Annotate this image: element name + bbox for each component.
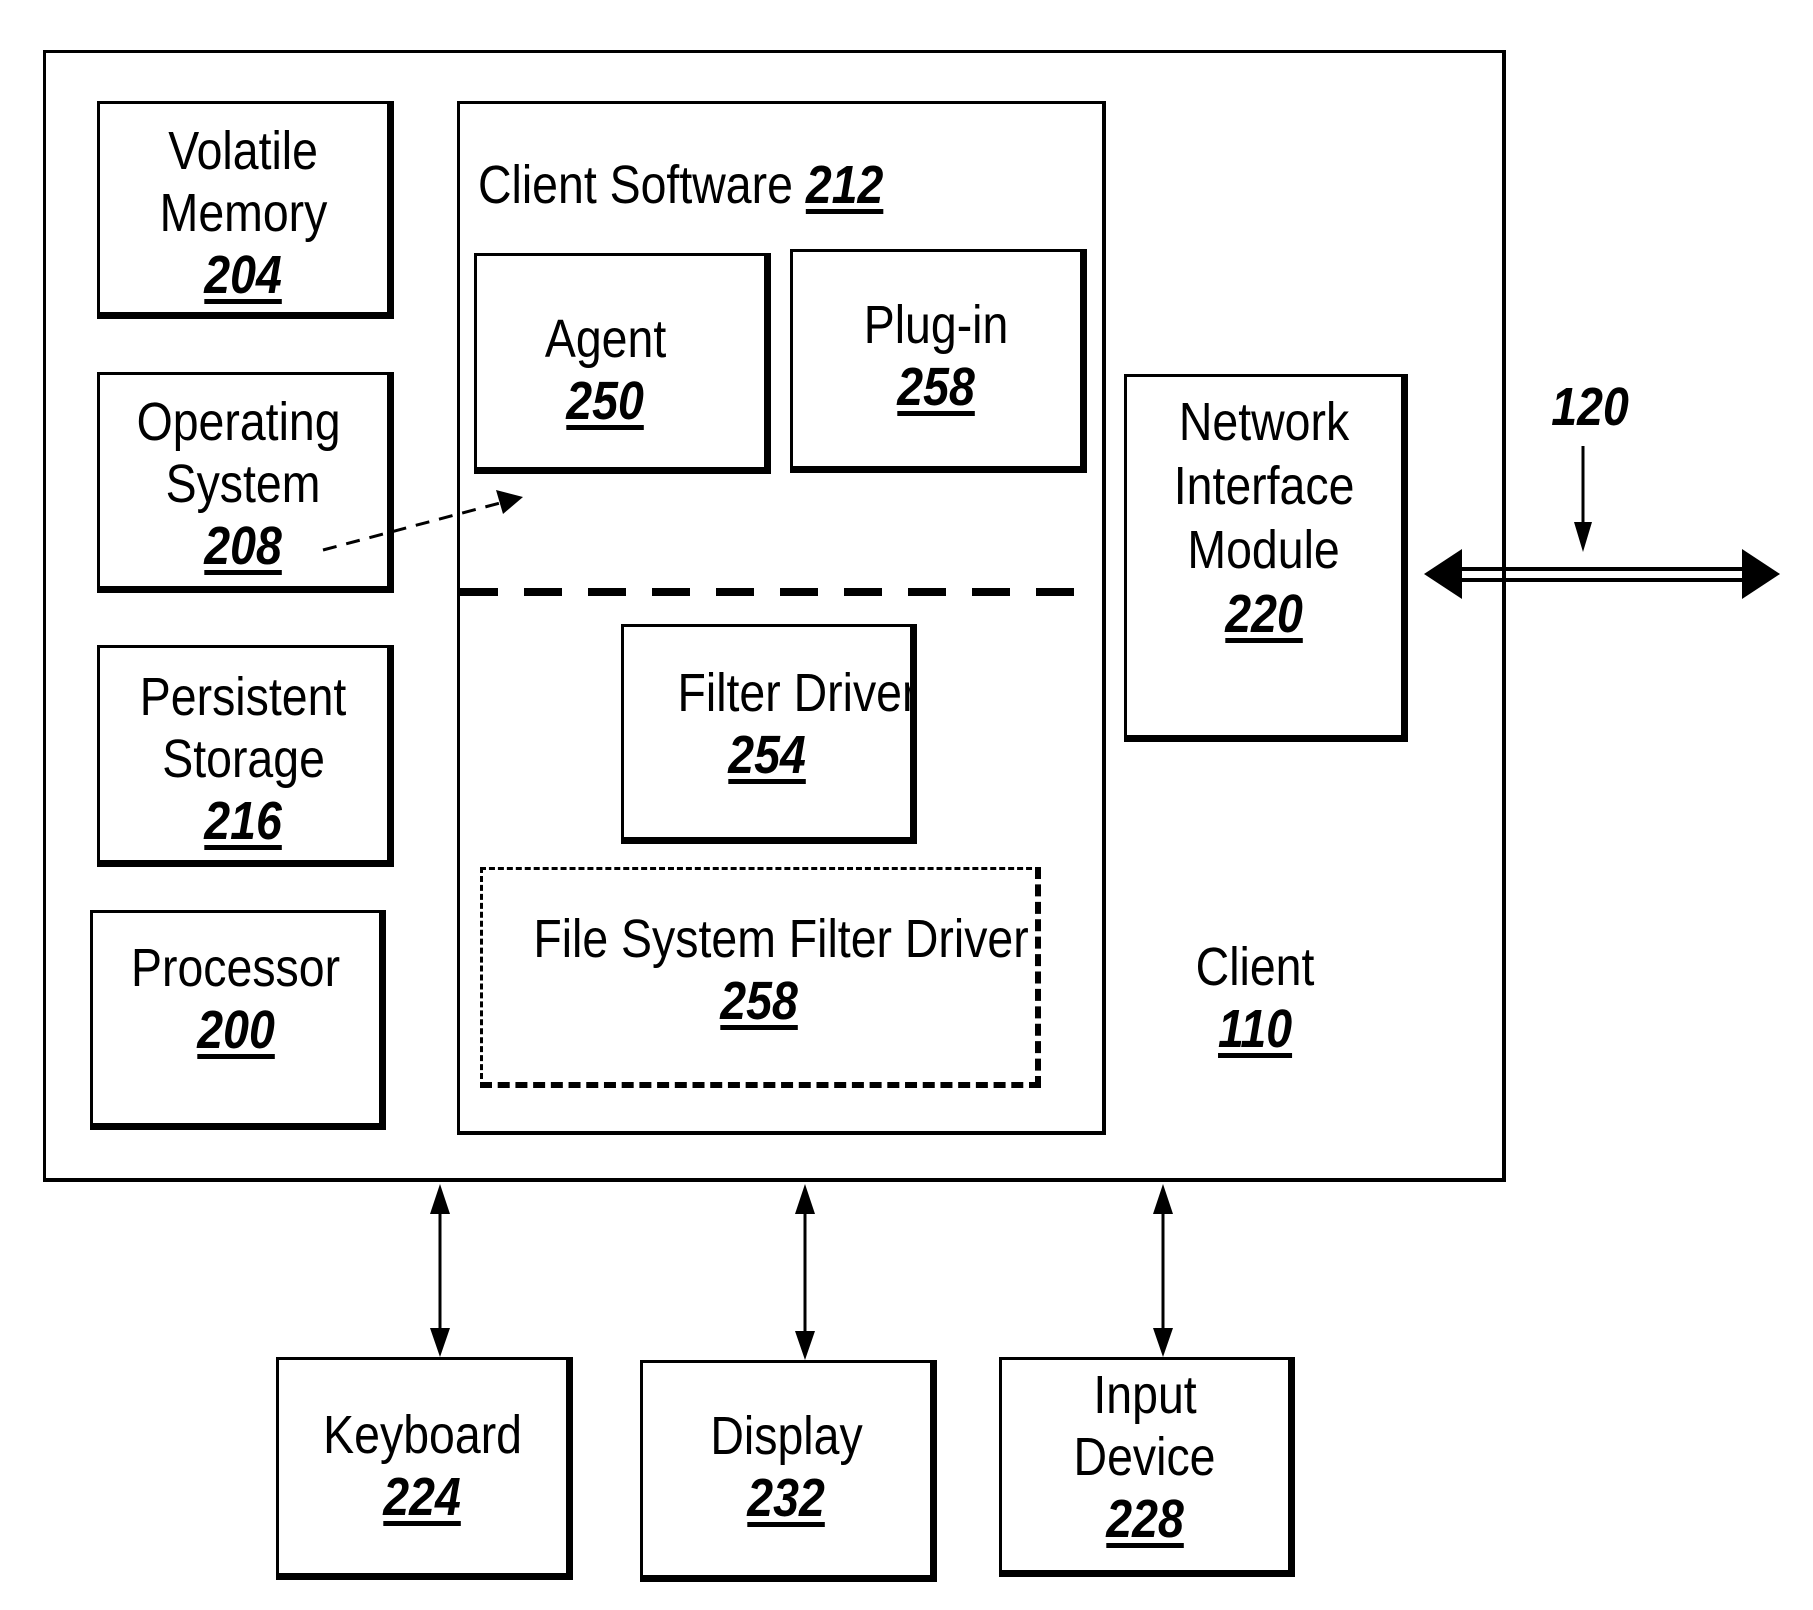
processor-label: Processor (131, 938, 341, 998)
filter-driver-label: Filter Driver (677, 663, 917, 723)
network-interface-ref: 220 (1225, 584, 1303, 644)
display-label: Display (710, 1406, 863, 1466)
input-device-ref: 228 (1106, 1489, 1184, 1549)
filter-driver-ref: 254 (728, 725, 806, 785)
client-ref: 110 (1217, 999, 1293, 1059)
plugin-ref: 258 (897, 357, 976, 417)
display-connector-arrow (795, 1184, 815, 1360)
persistent-storage-label-2: Storage (162, 729, 325, 789)
input-device-label-2: Device (1074, 1427, 1216, 1487)
input-device-connector-arrow (1153, 1184, 1173, 1357)
plugin-label: Plug-in (864, 295, 1009, 355)
persistent-storage-ref: 216 (204, 791, 283, 851)
keyboard-box: Keyboard 224 (276, 1357, 573, 1580)
processor-ref: 200 (197, 1000, 275, 1060)
client-software-ref: 212 (805, 155, 884, 215)
fs-filter-driver-label: File System Filter Driver (533, 909, 1029, 969)
keyboard-ref: 224 (383, 1467, 462, 1527)
volatile-memory-ref: 204 (204, 245, 283, 305)
input-device-label-1: Input (1093, 1365, 1197, 1425)
network-interface-label-1: Network (1178, 392, 1350, 452)
operating-system-ref: 208 (204, 516, 283, 576)
persistent-storage-label-1: Persistent (140, 667, 347, 727)
client-software-title: Client Software (478, 155, 793, 215)
operating-system-box: Operating System 208 (97, 372, 394, 593)
persistent-storage-box: Persistent Storage 216 (97, 645, 394, 867)
volatile-memory-box: Volatile Memory 204 (97, 101, 394, 319)
fs-filter-driver-ref: 258 (720, 971, 798, 1031)
network-interface-label-2: Interface (1173, 456, 1355, 516)
operating-system-label-1: Operating (136, 392, 341, 452)
network-ref-pointer (1574, 446, 1592, 552)
network-interface-module-box: Network Interface Module 220 (1124, 374, 1408, 742)
volatile-memory-label-1: Volatile (168, 121, 319, 181)
keyboard-connector-arrow (430, 1184, 450, 1357)
volatile-memory-label-2: Memory (159, 183, 328, 243)
network-ref: 120 (1551, 377, 1629, 437)
network-interface-label-3: Module (1187, 520, 1341, 580)
display-ref: 232 (747, 1468, 826, 1528)
filter-driver-box: Filter Driver 254 (621, 624, 917, 844)
processor-box: Processor 200 (90, 910, 386, 1130)
operating-system-label-2: System (166, 454, 321, 514)
fs-filter-driver-box: File System Filter Driver 258 (480, 867, 1041, 1088)
agent-label: Agent (544, 309, 667, 369)
input-device-box: Input Device 228 (999, 1357, 1295, 1577)
agent-box: Agent 250 (474, 253, 771, 474)
keyboard-label: Keyboard (323, 1405, 522, 1465)
plugin-box: Plug-in 258 (790, 249, 1087, 473)
display-box: Display 232 (640, 1360, 937, 1582)
client-title: Client (1195, 937, 1315, 997)
agent-ref: 250 (566, 371, 645, 431)
